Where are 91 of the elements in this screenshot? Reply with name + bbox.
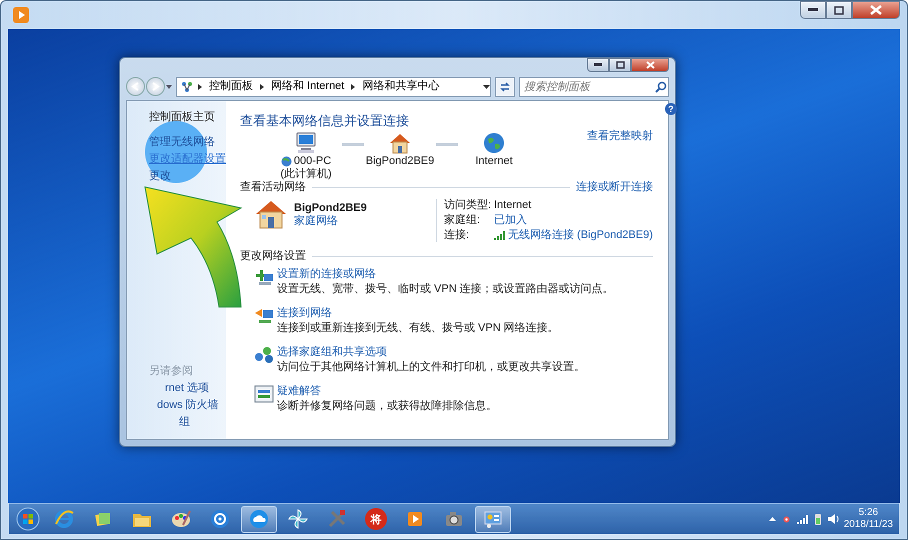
- minimize-button[interactable]: [587, 58, 609, 72]
- close-button[interactable]: [852, 1, 900, 19]
- palette-icon: [171, 509, 191, 530]
- sidebar-link[interactable]: dows 防火墙: [149, 398, 226, 412]
- property-value: Internet: [494, 198, 532, 212]
- back-button[interactable]: [126, 77, 145, 96]
- close-button[interactable]: [631, 58, 669, 72]
- troubleshoot-icon: [254, 384, 274, 403]
- task-description: 设置无线、宽带、拨号、临时或 VPN 连接；或设置路由器或访问点。: [277, 282, 614, 296]
- full-map-link[interactable]: 查看完整映射: [586, 130, 653, 143]
- connection-line: [342, 142, 364, 146]
- show-hidden-icons-icon: [768, 517, 776, 522]
- control-panel-icon: [483, 509, 503, 530]
- property-label: 家庭组:: [444, 214, 482, 227]
- signal-bars-icon: [796, 514, 808, 524]
- forward-button[interactable]: [146, 77, 165, 96]
- tools-icon: [327, 509, 347, 530]
- taskbar-button[interactable]: 将: [358, 506, 394, 533]
- taskbar-button[interactable]: [241, 506, 277, 533]
- caret-icon: [166, 84, 172, 89]
- refresh-button[interactable]: [495, 76, 515, 97]
- node-label: Internet: [475, 154, 513, 168]
- clock-date: 2018/11/23: [844, 519, 893, 532]
- task-link[interactable]: 疑难解答: [277, 384, 497, 398]
- search-icon: [654, 80, 668, 93]
- network-name: BigPond2BE9: [294, 202, 367, 214]
- sidebar-link[interactable]: 更改: [149, 170, 226, 183]
- task-link[interactable]: 连接到网络: [277, 306, 559, 320]
- minimize-icon: [808, 8, 818, 12]
- section-heading: 更改网络设置: [240, 250, 306, 263]
- chess-piece-icon: 将: [365, 508, 387, 530]
- sidebar-link[interactable]: 组: [149, 416, 226, 429]
- close-icon: [870, 5, 882, 15]
- browser-icon: [54, 509, 74, 530]
- node-label: 000-PC: [294, 154, 332, 168]
- windows-logo-icon: [16, 507, 40, 532]
- restore-button[interactable]: [826, 1, 852, 19]
- see-also-heading: 另请参阅: [149, 364, 194, 378]
- chevron-icon: [351, 84, 356, 90]
- sidebar-link[interactable]: rnet 选项: [149, 382, 226, 395]
- breadcrumb-item[interactable]: 网络和 Internet: [269, 80, 346, 94]
- help-button[interactable]: ?: [664, 102, 677, 115]
- task-link[interactable]: 选择家庭组和共享选项: [277, 346, 585, 359]
- task-description: 诊断并修复网络问题，或获得故障排除信息。: [277, 400, 497, 413]
- signal-bars-icon: [494, 230, 505, 240]
- node-label: BigPond2BE9: [366, 154, 434, 168]
- network-icon: [181, 80, 193, 93]
- connect-disconnect-link[interactable]: 连接或断开连接: [576, 180, 653, 194]
- speaker-icon: [828, 514, 839, 524]
- play-icon: [13, 6, 29, 23]
- battery-icon: [812, 514, 823, 525]
- task-link[interactable]: 设置新的连接或网络: [277, 268, 614, 281]
- pinwheel-icon: [288, 509, 308, 530]
- breadcrumb-item[interactable]: 网络和共享中心: [360, 80, 442, 94]
- minimize-icon: [594, 63, 602, 66]
- house-icon: [388, 132, 412, 154]
- network-add-icon: [254, 268, 274, 286]
- network-connect-icon: [254, 306, 274, 325]
- homegroup-icon: [254, 346, 274, 364]
- close-icon: [646, 60, 654, 69]
- chevron-icon: [260, 84, 264, 90]
- homegroup-link[interactable]: 已加入: [494, 214, 527, 227]
- property-label: 访问类型:: [444, 198, 492, 212]
- computer-icon: [294, 132, 318, 154]
- minimize-button[interactable]: [800, 1, 826, 19]
- sidebar-link[interactable]: 控制面板主页: [149, 110, 226, 124]
- dropdown-caret-icon: [483, 84, 490, 89]
- node-sublabel: (此计算机): [280, 168, 332, 181]
- refresh-icon: [499, 80, 511, 93]
- globe-icon: [482, 132, 506, 154]
- task-description: 访问位于其他网络计算机上的文件和打印机，或更改共享设置。: [277, 360, 585, 374]
- breadcrumb-item[interactable]: 控制面板: [207, 80, 255, 94]
- connection-line: [436, 142, 458, 146]
- house-icon: [254, 198, 288, 229]
- page-title: 查看基本网络信息并设置连接: [240, 112, 410, 128]
- globe-icon: [280, 156, 292, 167]
- network-type-link[interactable]: 家庭网络: [294, 214, 338, 227]
- maximize-icon: [616, 60, 624, 69]
- clock-time: 5:26: [858, 507, 878, 520]
- restore-icon: [834, 6, 844, 14]
- taskbar-button[interactable]: [475, 506, 511, 533]
- property-label: 连接:: [444, 228, 470, 242]
- maximize-button[interactable]: [609, 58, 631, 72]
- connection-link[interactable]: 无线网络连接 (BigPond2BE9): [508, 228, 653, 242]
- search-input[interactable]: 搜索控制面板: [520, 80, 654, 93]
- chevron-icon: [198, 84, 202, 90]
- section-heading: 查看活动网络: [240, 180, 306, 194]
- address-bar[interactable]: 控制面板 网络和 Internet 网络和共享中心: [176, 76, 491, 97]
- cloud-icon: [249, 509, 269, 530]
- search-field[interactable]: 搜索控制面板: [519, 76, 669, 97]
- task-description: 连接到或重新连接到无线、有线、拨号或 VPN 网络连接。: [277, 322, 559, 335]
